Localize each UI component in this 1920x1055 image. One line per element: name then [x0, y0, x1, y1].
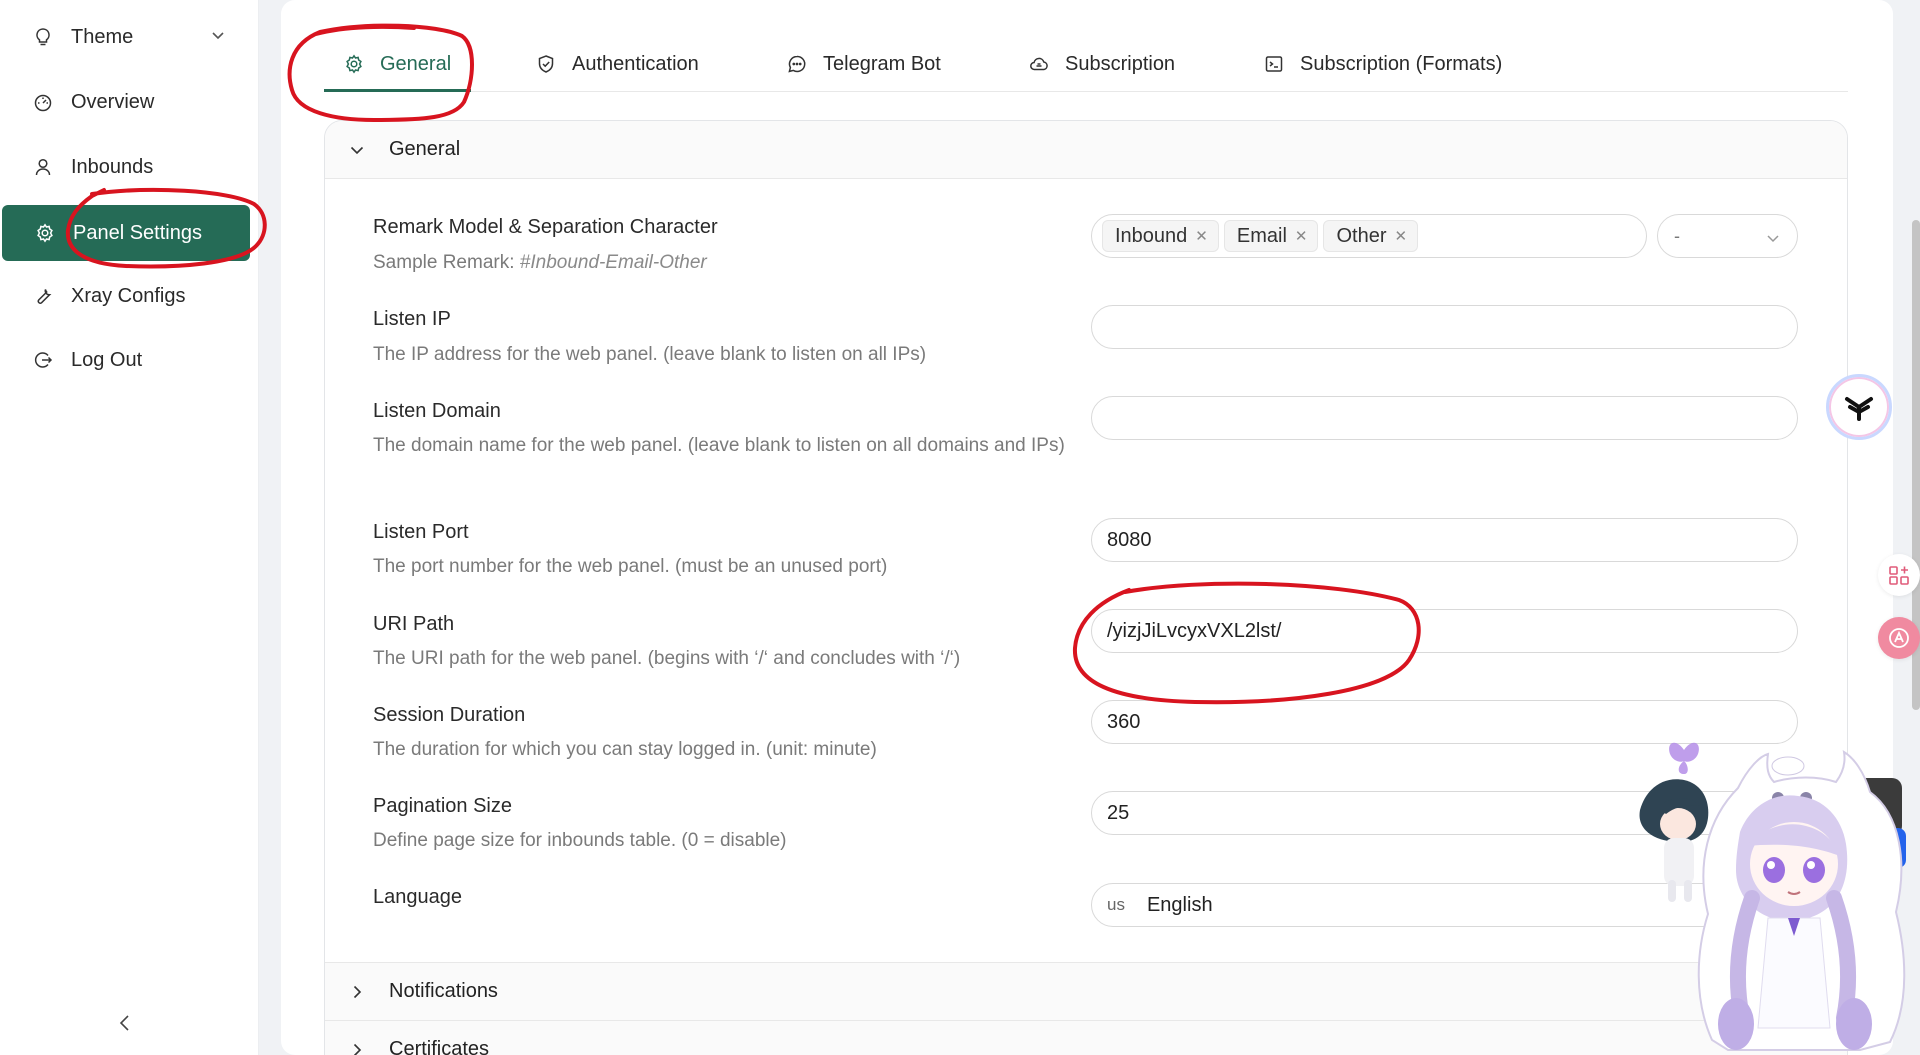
section-title: Notifications	[389, 980, 498, 1002]
apps-grid-icon[interactable]	[1878, 554, 1920, 596]
dashboard-icon	[33, 92, 53, 112]
settings-tabs: General Authentication Telegram Bot Subs…	[324, 0, 1848, 92]
remark-tag: Email ✕	[1223, 220, 1319, 252]
chevron-right-icon	[353, 1043, 362, 1055]
sidebar-item-label: Xray Configs	[71, 284, 186, 307]
tab-label: Subscription (Formats)	[1300, 52, 1503, 75]
gear-icon	[346, 54, 362, 74]
general-panel-header[interactable]: General	[325, 121, 1847, 179]
tab-label: General	[380, 52, 452, 75]
tag-label: Email	[1236, 224, 1287, 247]
sidebar-item-overview[interactable]: Overview	[0, 74, 259, 130]
user-icon	[33, 157, 53, 177]
remark-desc: Sample Remark: #Inbound-Email-Other	[373, 248, 1083, 278]
listen-port-desc: The port number for the web panel. (must…	[373, 556, 888, 577]
separator-value: -	[1674, 225, 1680, 246]
active-tab-indicator	[324, 89, 471, 92]
pagination-size-value: 25	[1107, 801, 1130, 824]
uri-path-title: URI Path	[373, 613, 455, 635]
sidebar-item-label: Theme	[71, 25, 134, 48]
listen-ip-desc: The IP address for the web panel. (leave…	[373, 344, 927, 365]
listen-domain-title: Listen Domain	[373, 400, 501, 422]
tab-label: Telegram Bot	[823, 52, 941, 75]
uri-path-value: /yizjJiLvcyxVXL2lst/	[1107, 619, 1282, 642]
chevron-left-icon[interactable]	[114, 1012, 136, 1034]
gear-icon	[35, 223, 55, 243]
tab-label: Subscription	[1065, 52, 1176, 75]
chevron-down-icon	[212, 32, 224, 40]
notifications-section-header[interactable]: Notifications	[325, 962, 1847, 1020]
chevron-right-icon	[353, 985, 362, 998]
translate-icon[interactable]	[1878, 617, 1920, 659]
sidebar-item-xray-configs[interactable]: Xray Configs	[0, 268, 259, 324]
uri-path-desc: The URI path for the web panel. (begins …	[373, 648, 961, 669]
tool-icon	[33, 286, 53, 306]
chevron-down-icon	[350, 146, 364, 154]
listen-ip-input[interactable]	[1091, 305, 1798, 349]
message-icon	[788, 55, 806, 73]
remark-title: Remark Model & Separation Character	[373, 216, 718, 238]
uri-path-input[interactable]: /yizjJiLvcyxVXL2lst/	[1091, 609, 1798, 653]
close-icon[interactable]: ✕	[1395, 227, 1408, 245]
listen-ip-title: Listen IP	[373, 308, 451, 330]
sidebar-item-log-out[interactable]: Log Out	[0, 332, 259, 388]
mascot-sticker-image	[1639, 742, 1906, 1051]
session-duration-title: Session Duration	[373, 704, 526, 726]
tab-authentication[interactable]: Authentication	[536, 44, 699, 84]
session-duration-desc: The duration for which you can stay logg…	[373, 739, 877, 760]
code-icon	[1265, 56, 1283, 72]
sidebar-item-panel-settings[interactable]: Panel Settings	[2, 205, 250, 261]
tab-telegram-bot[interactable]: Telegram Bot	[787, 44, 941, 84]
tag-label: Inbound	[1115, 224, 1188, 247]
listen-port-input[interactable]: 8080	[1091, 518, 1798, 562]
language-title: Language	[373, 886, 462, 908]
sidebar-item-label: Panel Settings	[73, 221, 202, 244]
assistant-logo-icon[interactable]	[1826, 374, 1892, 440]
sidebar-item-label: Inbounds	[71, 155, 154, 178]
remark-tag: Inbound ✕	[1102, 220, 1219, 252]
tab-label: Authentication	[572, 52, 699, 75]
chevron-down-icon	[1767, 235, 1779, 243]
shield-icon	[538, 55, 554, 73]
tag-label: Other	[1336, 224, 1387, 247]
logout-icon	[33, 350, 53, 370]
certificates-section-header[interactable]: Certificates	[325, 1020, 1847, 1055]
us-flag-icon: us	[1107, 895, 1125, 914]
remark-desc-prefix: Sample Remark:	[373, 252, 520, 273]
sidebar-item-inbounds[interactable]: Inbounds	[0, 139, 259, 195]
sidebar: Theme Overview Inbounds Panel Settings X…	[0, 0, 259, 1055]
remark-sample: #Inbound-Email-Other	[519, 252, 707, 273]
listen-domain-input[interactable]	[1091, 396, 1798, 440]
section-title: Certificates	[389, 1038, 490, 1055]
session-duration-value: 360	[1107, 710, 1141, 733]
tab-subscription-formats[interactable]: Subscription (Formats)	[1264, 44, 1502, 84]
cloud-icon	[1030, 57, 1048, 71]
bulb-icon	[33, 27, 53, 47]
separator-select[interactable]: -	[1657, 214, 1798, 258]
remark-tag: Other ✕	[1323, 220, 1419, 252]
listen-port-title: Listen Port	[373, 521, 469, 543]
language-value: English	[1146, 893, 1213, 916]
remark-model-select[interactable]: Inbound ✕ Email ✕ Other ✕	[1091, 214, 1647, 258]
tab-subscription[interactable]: Subscription	[1029, 44, 1175, 84]
close-icon[interactable]: ✕	[1295, 227, 1308, 245]
tab-general[interactable]: General	[344, 44, 451, 84]
pagination-size-title: Pagination Size	[373, 795, 512, 817]
listen-port-value: 8080	[1107, 528, 1152, 551]
pagination-size-desc: Define page size for inbounds table. (0 …	[373, 830, 787, 851]
listen-domain-desc: The domain name for the web panel. (leav…	[373, 435, 1065, 456]
sidebar-item-theme[interactable]: Theme	[0, 9, 259, 65]
close-icon[interactable]: ✕	[1195, 227, 1208, 245]
panel-title: General	[389, 138, 461, 160]
sidebar-item-label: Overview	[71, 90, 155, 113]
sidebar-item-label: Log Out	[71, 348, 143, 371]
